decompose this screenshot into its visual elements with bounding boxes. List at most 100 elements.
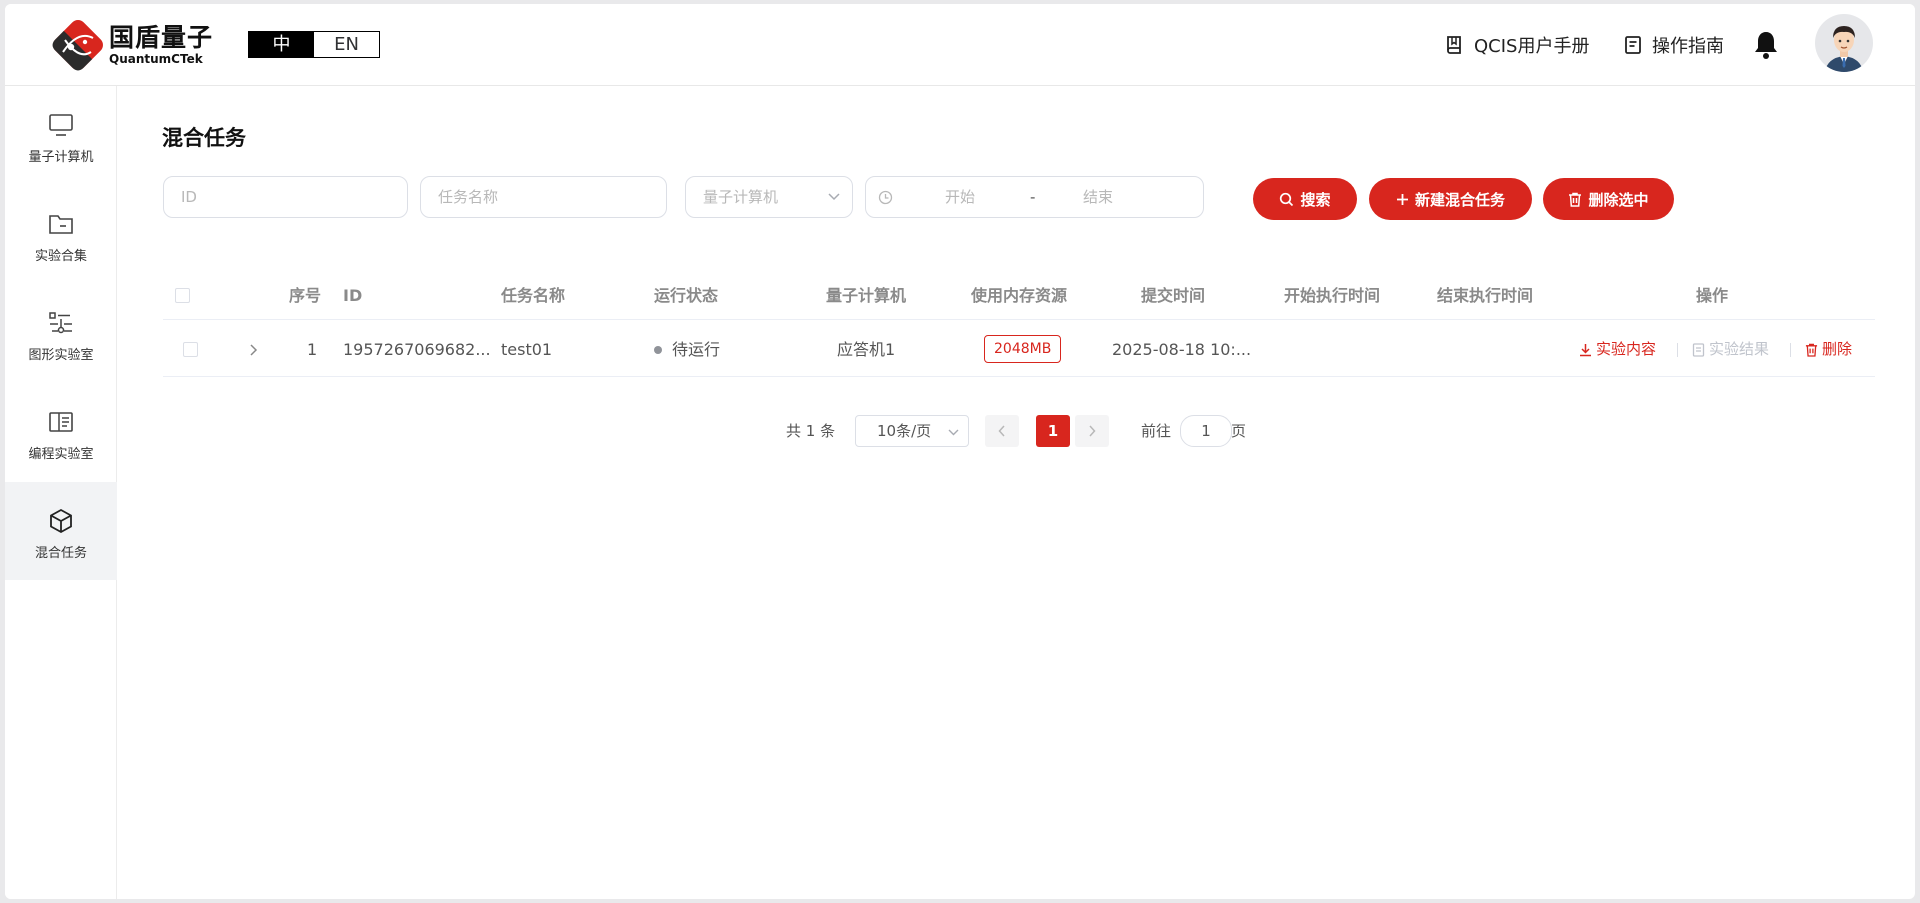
cell-id: 1957267069682...: [343, 340, 491, 359]
logo-text-en: QuantumCTek: [109, 52, 203, 66]
column-header: 结束执行时间: [1437, 286, 1534, 305]
start-date-placeholder[interactable]: 开始: [945, 177, 975, 217]
avatar-icon: [1825, 26, 1863, 72]
status-dot-icon: [654, 345, 662, 354]
date-range-picker[interactable]: 开始 - 结束: [865, 176, 1204, 218]
new-hybrid-task-label: 新建混合任务: [1414, 190, 1505, 209]
chevron-left-icon: [998, 425, 1005, 437]
manual-link-label: QCIS用户手册: [1474, 36, 1590, 57]
sidebar-item-label: 图形实验室: [28, 348, 94, 363]
select-all-checkbox[interactable]: [175, 288, 190, 303]
manual-link[interactable]: QCIS用户手册: [1446, 32, 1589, 58]
column-header: 任务名称: [501, 286, 566, 305]
search-button-label: 搜索: [1300, 190, 1331, 209]
document-icon: [1692, 342, 1705, 357]
action-divider: [1790, 343, 1791, 357]
experiment-content-link[interactable]: 实验内容: [1579, 322, 1656, 377]
column-header: 序号: [289, 286, 322, 305]
sidebar-item-label: 实验合集: [34, 249, 87, 264]
sidebar-item-label: 量子计算机: [28, 150, 94, 165]
column-header: 操作: [1696, 286, 1729, 305]
sidebar-item-label: 混合任务: [34, 546, 87, 561]
sidebar-item-graphic-lab[interactable]: 图形实验室: [5, 284, 117, 382]
date-range-separator: -: [1030, 188, 1036, 206]
column-header: 提交时间: [1141, 286, 1206, 305]
delete-row-label: 删除: [1822, 340, 1853, 358]
goto-label: 前往: [1141, 422, 1172, 440]
sidebar-item-label: 编程实验室: [28, 447, 94, 462]
guide-link[interactable]: 操作指南: [1624, 32, 1724, 58]
next-page-button[interactable]: [1075, 415, 1109, 447]
logo-text-cn: 国盾量子: [109, 23, 214, 52]
search-icon: [1280, 192, 1294, 206]
experiment-result-link[interactable]: 实验结果: [1692, 322, 1769, 377]
prev-page-button[interactable]: [985, 415, 1019, 447]
trash-icon: [1805, 343, 1818, 357]
book-open-icon: [49, 412, 73, 432]
expand-chevron-icon[interactable]: [248, 344, 258, 356]
top-header: 国盾量子 QuantumCTek 中 EN QCIS用户手册 操作指南: [5, 4, 1915, 86]
cell-task-name: test01: [501, 340, 553, 359]
row-checkbox[interactable]: [183, 342, 198, 357]
search-button[interactable]: 搜索: [1253, 178, 1357, 220]
clock-icon: [878, 190, 893, 205]
sidebar-item-experiment-collection[interactable]: 实验合集: [5, 185, 117, 283]
bell-icon[interactable]: [1753, 30, 1779, 60]
pagination-total: 共 1 条: [786, 422, 836, 440]
sidebar-item-quantum-computer[interactable]: 量子计算机: [5, 86, 117, 184]
quantum-computer-placeholder: 量子计算机: [703, 188, 779, 206]
page-suffix: 页: [1231, 422, 1247, 440]
id-filter-input[interactable]: ID: [163, 176, 408, 218]
plus-icon: [1396, 193, 1408, 205]
logo[interactable]: 国盾量子 QuantumCTek: [49, 16, 213, 74]
page-size-select[interactable]: 10条/页: [855, 415, 969, 447]
sidebar-item-programming-lab[interactable]: 编程实验室: [5, 383, 117, 481]
cell-index: 1: [307, 340, 318, 359]
column-header: 开始执行时间: [1284, 286, 1381, 305]
delete-selected-label: 删除选中: [1588, 190, 1649, 209]
page-number-current[interactable]: 1: [1036, 415, 1070, 447]
cube-icon: [50, 508, 72, 534]
column-header: ID: [343, 286, 363, 305]
page-size-value: 10条/页: [877, 422, 932, 440]
column-header: 使用内存资源: [971, 286, 1068, 305]
sidebar: 量子计算机 实验合集 图形实验室 编程实验室 混合任务: [5, 86, 117, 899]
lang-option-zh[interactable]: 中: [249, 32, 314, 57]
app-window: 国盾量子 QuantumCTek 中 EN QCIS用户手册 操作指南 量子计算…: [5, 4, 1915, 899]
language-switch: 中 EN: [248, 31, 380, 58]
document-icon: [1625, 36, 1641, 54]
cell-quantum-computer: 应答机1: [837, 340, 896, 359]
quantumctek-logo-icon: [52, 20, 103, 71]
sidebar-item-hybrid-task[interactable]: 混合任务: [5, 482, 117, 580]
cell-submit-time: 2025-08-18 10:...: [1112, 340, 1252, 359]
cell-status: 待运行: [654, 322, 720, 377]
guide-link-label: 操作指南: [1652, 36, 1724, 57]
circuit-icon: [49, 312, 72, 334]
new-hybrid-task-button[interactable]: 新建混合任务: [1369, 178, 1532, 220]
quantum-computer-select[interactable]: 量子计算机: [685, 176, 853, 218]
folder-icon: [49, 215, 73, 234]
download-icon: [1580, 343, 1591, 356]
status-text: 待运行: [672, 340, 721, 359]
delete-row-link[interactable]: 删除: [1805, 322, 1852, 377]
chevron-down-icon: [948, 429, 959, 436]
lang-option-en[interactable]: EN: [314, 32, 379, 57]
end-date-placeholder[interactable]: 结束: [1083, 177, 1113, 217]
trash-icon: [1569, 192, 1582, 207]
chevron-down-icon: [828, 193, 840, 201]
monitor-icon: [49, 114, 73, 136]
page-title: 混合任务: [162, 126, 246, 150]
goto-page-input[interactable]: 1: [1180, 415, 1232, 447]
delete-selected-button[interactable]: 删除选中: [1543, 178, 1674, 220]
experiment-result-label: 实验结果: [1709, 340, 1770, 358]
book-icon: [1447, 36, 1461, 54]
memory-badge: 2048MB: [984, 335, 1062, 363]
table-row: 1 1957267069682... test01 待运行 应答机1 2048M…: [163, 322, 1875, 377]
task-name-input[interactable]: 任务名称: [420, 176, 667, 218]
table-header: 序号 ID 任务名称 运行状态 量子计算机 使用内存资源 提交时间 开始执行时间…: [163, 272, 1875, 320]
chevron-right-icon: [1089, 425, 1096, 437]
user-avatar[interactable]: [1815, 14, 1873, 72]
column-header: 运行状态: [654, 286, 719, 305]
experiment-content-label: 实验内容: [1596, 340, 1657, 358]
action-divider: [1677, 343, 1678, 357]
